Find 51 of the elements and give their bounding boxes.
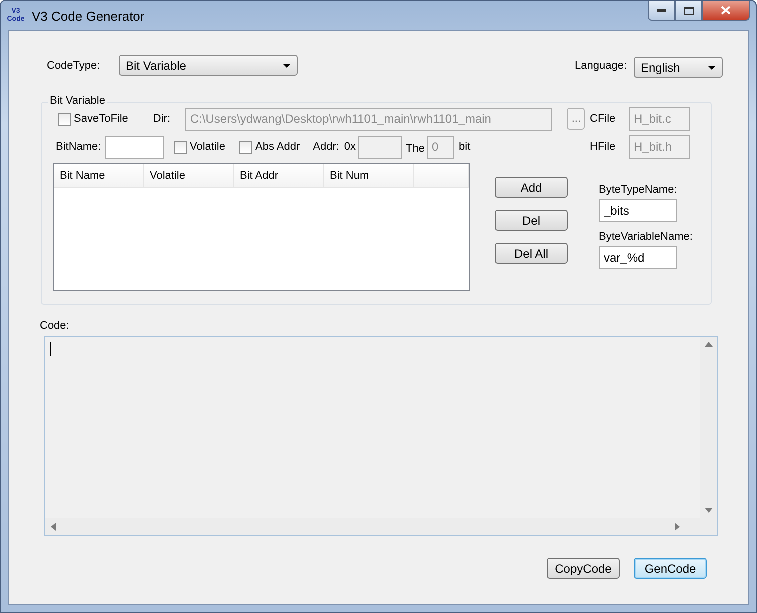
action-button[interactable]: Del All bbox=[495, 243, 568, 264]
browse-button[interactable]: ... bbox=[567, 108, 586, 130]
bit-index-label: The bbox=[406, 143, 426, 155]
action-button[interactable]: Add bbox=[495, 177, 568, 198]
addr-label: Addr: bbox=[313, 141, 340, 153]
cfile-label: CFile bbox=[590, 113, 617, 125]
close-icon bbox=[721, 6, 731, 15]
action-button[interactable]: GenCode bbox=[634, 558, 707, 579]
close-button[interactable] bbox=[702, 1, 750, 21]
maximize-icon bbox=[684, 6, 694, 14]
minimize-button[interactable] bbox=[648, 1, 675, 21]
checkbox-label: SaveToFile bbox=[74, 113, 128, 125]
checkbox-label: Abs Addr bbox=[255, 141, 300, 153]
scroll-left-icon[interactable] bbox=[51, 522, 56, 530]
language-label: Language: bbox=[575, 60, 628, 72]
caret-icon bbox=[708, 66, 716, 70]
language-dropdown[interactable]: English bbox=[634, 57, 723, 78]
column-header[interactable]: Bit Name bbox=[54, 164, 144, 187]
column-header[interactable]: Bit Addr bbox=[234, 164, 324, 187]
window-title: V3 Code Generator bbox=[32, 9, 145, 24]
bit-suffix: bit bbox=[459, 141, 471, 153]
bit-name-field[interactable] bbox=[105, 136, 164, 158]
checkbox-label: Volatile bbox=[190, 141, 226, 153]
hex-prefix: 0x bbox=[344, 141, 356, 153]
maximize-button[interactable] bbox=[675, 1, 702, 21]
text-cursor bbox=[50, 342, 51, 356]
column-header[interactable]: Bit Num bbox=[324, 164, 414, 187]
byte-variable-name-label: ByteVariableName: bbox=[599, 231, 693, 243]
checkbox[interactable] bbox=[58, 112, 71, 126]
column-header[interactable]: Volatile bbox=[144, 164, 234, 187]
checkbox[interactable] bbox=[239, 140, 252, 154]
scroll-up-icon[interactable] bbox=[704, 342, 712, 347]
bit-name-label: BitName: bbox=[56, 141, 102, 153]
action-button[interactable]: Del bbox=[495, 210, 568, 231]
scroll-right-icon[interactable] bbox=[675, 522, 680, 530]
code-type-dropdown[interactable]: Bit Variable bbox=[119, 55, 298, 76]
hfile-label: HFile bbox=[590, 141, 617, 153]
vertical-scrollbar[interactable] bbox=[700, 337, 717, 518]
dir-label: Dir: bbox=[153, 113, 172, 125]
group-title: Bit Variable bbox=[48, 95, 108, 107]
byte-variable-name-field[interactable]: var_%d bbox=[599, 246, 677, 269]
checkbox[interactable] bbox=[174, 140, 187, 154]
action-button[interactable]: CopyCode bbox=[547, 558, 620, 579]
byte-type-name-label: ByteTypeName: bbox=[599, 184, 678, 196]
code-label: Code: bbox=[40, 320, 70, 332]
byte-type-name-field[interactable]: _bits bbox=[599, 199, 677, 222]
scroll-down-icon[interactable] bbox=[704, 508, 712, 513]
caret-icon bbox=[283, 64, 291, 68]
code-type-label: CodeType: bbox=[47, 60, 102, 72]
horizontal-scrollbar[interactable] bbox=[45, 518, 700, 535]
minimize-icon bbox=[657, 9, 666, 12]
